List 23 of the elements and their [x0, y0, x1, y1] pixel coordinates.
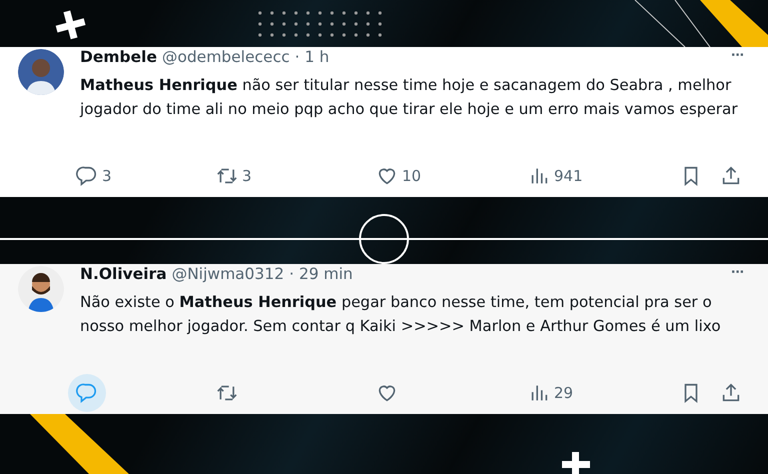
more-button[interactable]: ··· [731, 47, 744, 65]
reply-icon [76, 382, 98, 404]
post-text: Não existe o Matheus Henrique pegar banco nesse time, tem potencial pra ser o nosso melhor jogador. Sem contar q Kaiki >>>>> Marlon e Arthur Gomes é um lixo [80, 292, 722, 337]
post-time: · 29 min [289, 264, 353, 284]
post-text: Matheus Henrique não ser titular nesse time hoje e sacanagem do Seabra , melhor jogador do time ali no meio pqp acho que tirar ele hoje e um erro mais vamos esperar [80, 75, 739, 120]
like-button[interactable]: 10 [368, 157, 430, 195]
share-icon [720, 382, 742, 404]
user-name[interactable]: Dembele [80, 47, 157, 67]
user-handle[interactable]: @odembelececc [162, 47, 290, 67]
avatar-icon [18, 49, 64, 95]
share-icon [720, 165, 742, 187]
plus-icon [560, 450, 592, 474]
reply-button[interactable]: 3 [68, 157, 120, 195]
post-time: · 1 h [294, 47, 330, 67]
user-handle[interactable]: @Nijwma0312 [172, 264, 284, 284]
user-name[interactable]: N.Oliveira [80, 264, 167, 284]
plus-icon [53, 9, 87, 41]
views-button[interactable]: 29 [520, 374, 582, 412]
reply-icon [76, 165, 98, 187]
more-button[interactable]: ··· [731, 264, 744, 282]
repost-button[interactable]: 3 [208, 157, 260, 195]
reply-button[interactable] [68, 374, 106, 412]
views-button[interactable]: 941 [520, 157, 591, 195]
